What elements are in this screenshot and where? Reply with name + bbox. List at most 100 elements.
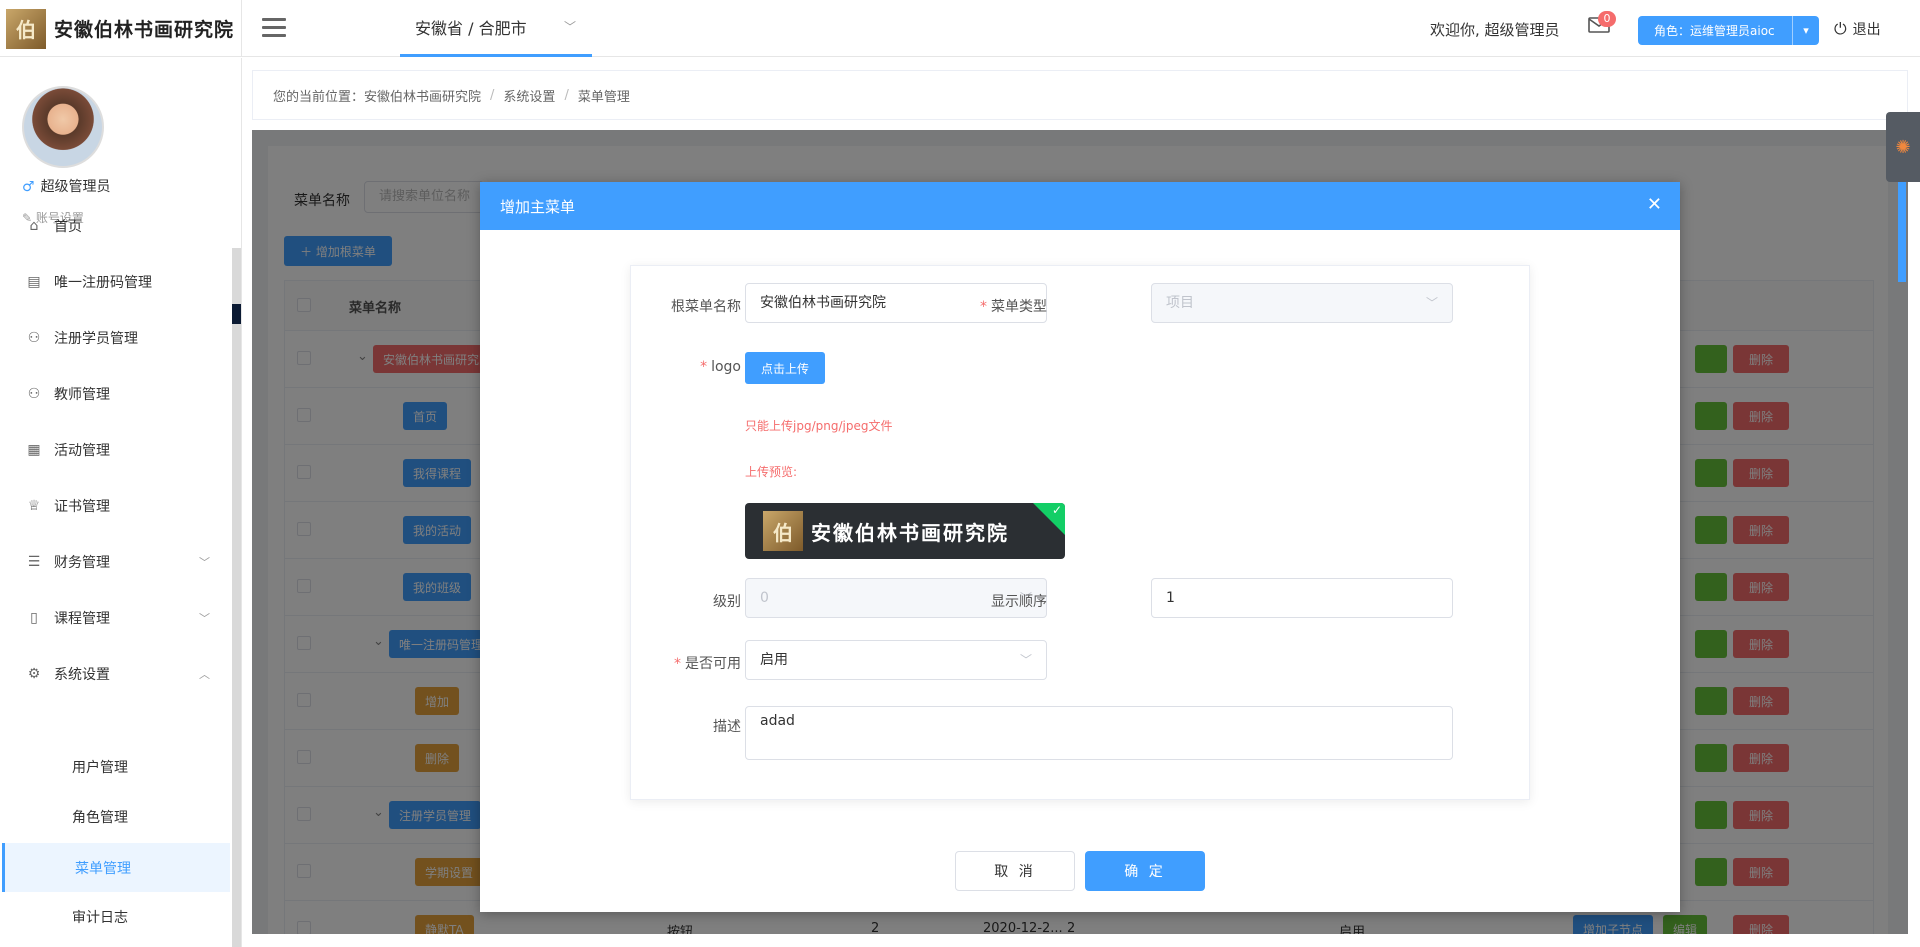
book-icon: ▯	[30, 610, 38, 626]
role-dropdown-button[interactable]: 角色：运维管理员aioc ▾	[1638, 16, 1819, 45]
sidebar-item-label: 首页	[54, 219, 82, 235]
hamburger-menu-icon[interactable]	[262, 18, 286, 38]
user-icon: ⚇	[27, 386, 41, 402]
sidebar-subitem-label: 审计日志	[72, 910, 128, 926]
root-name-label: 根菜单名称	[671, 299, 741, 315]
document-icon: ▤	[27, 274, 41, 290]
menu-type-label: * 菜单类型	[980, 299, 1047, 315]
upload-tip: 只能上传jpg/png/jpeg文件	[745, 419, 893, 433]
chevron-down-icon: ﹀	[1425, 296, 1438, 310]
user-icon: ⚇	[27, 330, 41, 346]
sidebar-subitem-audit-log[interactable]: 审计日志	[2, 892, 230, 942]
cancel-button[interactable]: 取 消	[955, 851, 1075, 891]
sidebar-item-label: 唯一注册码管理	[54, 275, 152, 291]
avatar[interactable]	[22, 86, 104, 168]
level-value: 0	[760, 590, 769, 606]
user-name: ♂ 超级管理员	[22, 176, 111, 196]
chevron-down-icon[interactable]: ▾	[1792, 16, 1819, 45]
settings-icon: ⚙	[27, 666, 41, 682]
sidebar-item-teachers[interactable]: ⚇ 教师管理	[0, 366, 230, 422]
add-main-menu-dialog: 增加主菜单 ✕ 根菜单名称 安徽伯林书画研究院 * 菜单类型 项目 ﹀ * logo …	[480, 182, 1680, 912]
sidebar: ♂ 超级管理员 ✎ 账号设置 ⌂ 首页 ▤ 唯一注册码管理 ⚇ 注册学员管理 ⚇ 教师管理…	[0, 58, 242, 947]
breadcrumb-separator: /	[564, 87, 569, 103]
breadcrumb-item[interactable]: 系统设置	[503, 86, 555, 105]
check-icon: ✓	[1051, 503, 1062, 517]
user-name-text: 超级管理员	[40, 179, 111, 195]
chevron-down-icon: ﹀	[563, 20, 576, 34]
menu-form: 根菜单名称 安徽伯林书画研究院 * 菜单类型 项目 ﹀ * logo 点击上传 只能上…	[630, 265, 1530, 800]
confirm-button[interactable]: 确 定	[1085, 851, 1205, 891]
top-header: 伯 安徽伯林书画研究院 安徽省 / 合肥市 ﹀ 欢迎你, 超级管理员 0 角色：…	[0, 0, 1920, 57]
logo-preview[interactable]: 伯 安徽伯林书画研究院 ✓	[745, 503, 1065, 559]
sidebar-subitem-label: 用户管理	[72, 760, 128, 776]
breadcrumb-separator: /	[490, 87, 495, 103]
sidebar-subitem-menus[interactable]: 菜单管理	[2, 843, 230, 893]
sidebar-subitem-label: 菜单管理	[75, 861, 131, 877]
sidebar-subitem-label: 角色管理	[72, 810, 128, 826]
enabled-value: 启用	[760, 652, 788, 668]
sidebar-scrollbar-thumb[interactable]	[232, 304, 241, 324]
role-label: 角色：运维管理员aioc	[1654, 24, 1775, 38]
preview-label: 上传预览:	[745, 465, 798, 479]
dialog-title: 增加主菜单	[500, 197, 576, 216]
display-order-label: 显示顺序	[991, 594, 1047, 610]
breadcrumb-item[interactable]: 安徽伯林书画研究院	[364, 86, 481, 105]
coins-icon: ☰	[27, 554, 41, 570]
close-icon[interactable]: ✕	[1647, 196, 1662, 214]
sidebar-item-label: 课程管理	[54, 611, 110, 627]
menu-type-value: 项目	[1166, 295, 1194, 311]
region-selector[interactable]: 安徽省 / 合肥市 ﹀	[400, 0, 592, 57]
root-name-value: 安徽伯林书画研究院	[760, 295, 886, 311]
level-label: 级别	[713, 594, 741, 610]
trophy-icon: ♕	[27, 498, 41, 514]
logo-text: 安徽伯林书画研究院	[54, 19, 235, 41]
sidebar-item-courses[interactable]: ▯ 课程管理 ﹀	[0, 590, 230, 646]
sidebar-item-finance[interactable]: ☰ 财务管理 ﹀	[0, 534, 230, 590]
sidebar-item-label: 证书管理	[54, 499, 110, 515]
page-scrollbar-thumb[interactable]	[1898, 182, 1906, 282]
sidebar-item-students[interactable]: ⚇ 注册学员管理	[0, 310, 230, 366]
menu-type-select[interactable]: 项目 ﹀	[1151, 283, 1453, 323]
description-value: adad	[760, 713, 795, 729]
logout-label: 退出	[1852, 22, 1881, 38]
sidebar-item-certificates[interactable]: ♕ 证书管理	[0, 478, 230, 534]
sidebar-item-label: 教师管理	[54, 387, 110, 403]
enabled-select[interactable]: 启用 ﹀	[745, 640, 1047, 680]
sidebar-item-label: 注册学员管理	[54, 331, 138, 347]
sidebar-item-home[interactable]: ⌂ 首页	[0, 205, 230, 247]
logo-label: * logo	[700, 359, 741, 375]
description-textarea[interactable]: adad	[745, 706, 1453, 760]
male-icon: ♂	[22, 179, 35, 195]
preview-logo-text: 安徽伯林书画研究院	[811, 520, 1009, 545]
sidebar-item-label: 系统设置	[54, 667, 110, 683]
chevron-down-icon: ﹀	[199, 612, 210, 625]
app-logo[interactable]: 伯 安徽伯林书画研究院	[0, 0, 242, 57]
display-order-value: 1	[1166, 590, 1175, 606]
settings-gear-icon[interactable]: ✺	[1886, 112, 1920, 182]
home-icon: ⌂	[29, 218, 39, 234]
sidebar-scrollbar[interactable]	[232, 248, 241, 947]
gift-icon: ▦	[27, 442, 41, 458]
chevron-down-icon: ﹀	[199, 556, 210, 569]
description-label: 描述	[713, 719, 741, 735]
sidebar-item-label: 财务管理	[54, 555, 110, 571]
breadcrumb: 您的当前位置： 安徽伯林书画研究院 / 系统设置 / 菜单管理	[252, 70, 1908, 120]
dialog-header: 增加主菜单 ✕	[480, 182, 1680, 230]
logout-button[interactable]: ⏻ 退出	[1834, 19, 1881, 39]
sidebar-subitem-roles[interactable]: 角色管理	[2, 792, 230, 842]
upload-button[interactable]: 点击上传	[745, 352, 825, 384]
mail-count-badge: 0	[1598, 11, 1616, 27]
display-order-input[interactable]: 1	[1151, 578, 1453, 618]
power-icon: ⏻	[1834, 19, 1847, 38]
enabled-label: * 是否可用	[674, 656, 741, 672]
sidebar-subitem-users[interactable]: 用户管理	[2, 742, 230, 792]
sidebar-item-label: 活动管理	[54, 443, 110, 459]
sidebar-item-activities[interactable]: ▦ 活动管理	[0, 422, 230, 478]
breadcrumb-prefix: 您的当前位置：	[273, 89, 365, 105]
region-label: 安徽省 / 合肥市	[415, 19, 527, 38]
chevron-down-icon: ﹀	[1019, 653, 1032, 667]
sidebar-item-system-settings[interactable]: ⚙ 系统设置 ︿	[0, 646, 230, 702]
breadcrumb-item: 菜单管理	[577, 89, 630, 105]
sidebar-item-registration-codes[interactable]: ▤ 唯一注册码管理	[0, 254, 230, 310]
welcome-text: 欢迎你, 超级管理员	[1430, 21, 1560, 39]
